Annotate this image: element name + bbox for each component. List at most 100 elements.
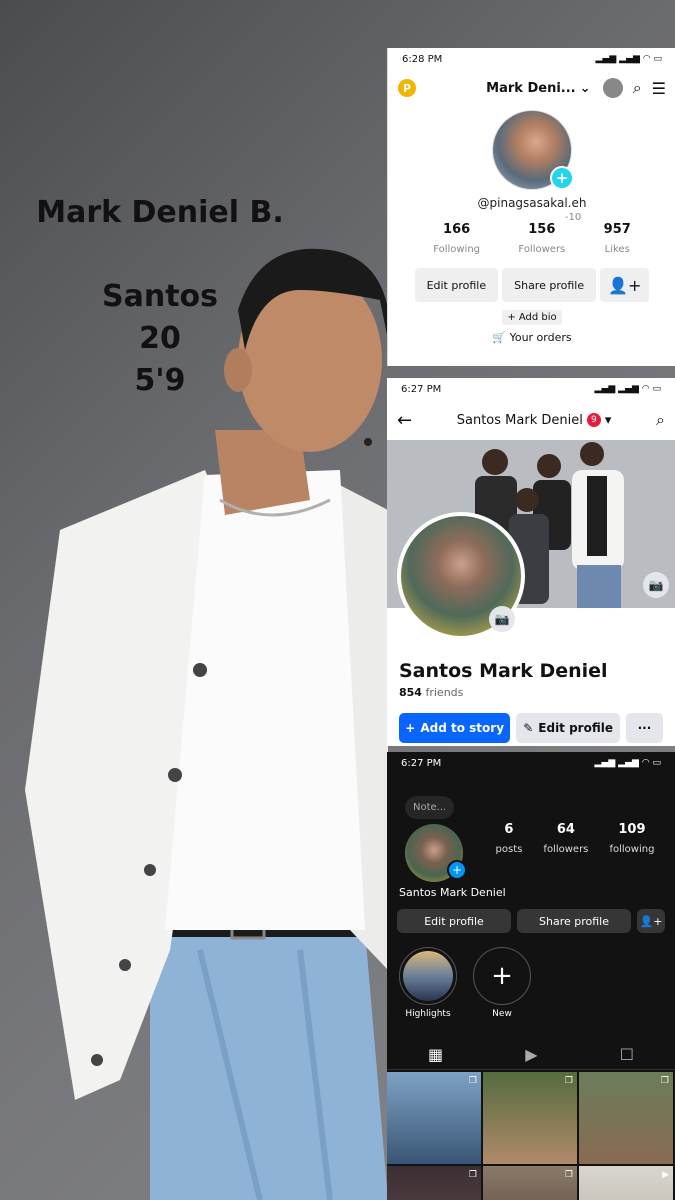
- profile-tabs: ▦ ▶ ☐: [387, 1039, 675, 1070]
- post-thumbnail[interactable]: ❐: [387, 1072, 481, 1164]
- profile-buttons: Edit profile Share profile 👤+: [388, 268, 675, 302]
- stat-label: Likes: [604, 244, 630, 255]
- mini-avatar[interactable]: [602, 78, 623, 98]
- model-info: Mark Deniel B. Santos 20 5'9: [0, 192, 320, 402]
- highlight-image: [403, 951, 453, 1001]
- header: ← Santos Mark Deniel 9 ▾ ⌕: [387, 400, 675, 440]
- status-bar: 6:28 PM ▂▄▆ ▂▄▆ ◠ ▭: [388, 48, 675, 70]
- profile-name: Santos Mark Deniel: [399, 660, 608, 682]
- chevron-down-icon: ⌄: [579, 80, 591, 96]
- stat-likes[interactable]: 957 Likes: [604, 222, 631, 256]
- plus-icon: +: [491, 961, 513, 991]
- multi-photo-icon: ❐: [660, 1076, 669, 1086]
- stats-row: 6 posts 64 followers 109 following: [485, 822, 665, 856]
- status-time: 6:27 PM: [401, 757, 442, 769]
- post-thumbnail[interactable]: ▶: [579, 1166, 673, 1200]
- status-icons: ▂▄▆ ▂▄▆ ◠ ▭: [594, 758, 661, 768]
- profile-switcher[interactable]: Santos Mark Deniel 9 ▾: [457, 413, 612, 428]
- status-bar: 6:27 PM ▂▄▆ ▂▄▆ ◠ ▭: [387, 752, 675, 774]
- status-icons: ▂▄▆ ▂▄▆ ◠ ▭: [594, 384, 661, 394]
- stat-value: 64: [556, 822, 575, 837]
- username: Mark Deni...: [486, 80, 576, 96]
- stats-row: 166 Following -10 156 Followers 957 Like…: [388, 212, 675, 256]
- instagram-profile-screenshot: 6:27 PM ▂▄▆ ▂▄▆ ◠ ▭ Note... + 6 posts 64…: [387, 752, 675, 1200]
- stat-label: following: [609, 844, 655, 855]
- edit-profile-button[interactable]: ✎ Edit profile: [516, 713, 620, 743]
- cart-icon: 🛒: [492, 331, 507, 344]
- top-bar: P Mark Deni... ⌄ ⌕ ☰: [388, 70, 675, 106]
- edit-profile-label: Edit profile: [538, 721, 613, 735]
- post-thumbnail[interactable]: ❐: [387, 1166, 481, 1200]
- add-to-story-button[interactable]: + Add to story: [399, 713, 511, 743]
- post-thumbnail[interactable]: ❐: [483, 1166, 577, 1200]
- search-icon[interactable]: ⌕: [633, 78, 642, 98]
- your-orders-link[interactable]: 🛒 Your orders: [388, 331, 675, 344]
- grid-icon[interactable]: ▦: [428, 1045, 443, 1064]
- friends-number: 854: [399, 686, 422, 699]
- friends-label: friends: [425, 686, 464, 699]
- multi-photo-icon: ❐: [564, 1170, 573, 1180]
- stat-value: 166: [443, 222, 471, 237]
- tiktok-profile-screenshot: 6:28 PM ▂▄▆ ▂▄▆ ◠ ▭ P Mark Deni... ⌄ ⌕ ☰…: [387, 48, 675, 366]
- camera-icon[interactable]: 📷: [489, 606, 515, 632]
- profile-name: Santos Mark Deniel: [399, 886, 506, 899]
- highlight-circle: [399, 947, 457, 1005]
- multi-photo-icon: ❐: [468, 1170, 477, 1180]
- menu-icon[interactable]: ☰: [652, 79, 666, 98]
- search-icon[interactable]: ⌕: [656, 410, 665, 430]
- status-time: 6:28 PM: [402, 53, 443, 65]
- multi-photo-icon: ❐: [468, 1076, 477, 1086]
- multi-photo-icon: ❐: [564, 1076, 573, 1086]
- model-height: 5'9: [134, 363, 186, 398]
- share-profile-button[interactable]: Share profile: [517, 909, 631, 933]
- stat-following[interactable]: 166 Following: [433, 222, 480, 256]
- add-icon[interactable]: +: [550, 166, 574, 190]
- profile-buttons: Edit profile Share profile 👤+: [387, 909, 675, 933]
- top-icons: ⌕ ☰: [602, 78, 666, 98]
- edit-profile-button[interactable]: Edit profile: [397, 909, 511, 933]
- cover-photo[interactable]: 📷 📷: [387, 440, 675, 640]
- add-to-story-label: Add to story: [420, 721, 505, 735]
- add-person-icon[interactable]: 👤+: [637, 909, 665, 933]
- stat-followers[interactable]: 64 followers: [543, 822, 588, 856]
- highlight-label: Highlights: [405, 1009, 451, 1019]
- notification-count: 9: [586, 413, 601, 427]
- pencil-icon: ✎: [523, 721, 534, 735]
- highlight-item[interactable]: Highlights: [399, 947, 457, 1019]
- model-name-line2: Santos: [101, 279, 218, 314]
- stat-label: Followers: [518, 244, 566, 255]
- share-profile-button[interactable]: Share profile: [502, 268, 597, 302]
- stat-following[interactable]: 109 following: [609, 822, 654, 856]
- new-highlight-item[interactable]: + New: [473, 947, 531, 1019]
- friends-count[interactable]: 854 friends: [399, 686, 675, 699]
- model-age: 20: [139, 321, 181, 356]
- stat-value: 109: [618, 822, 646, 837]
- reels-icon[interactable]: ▶: [525, 1045, 537, 1064]
- status-icons: ▂▄▆ ▂▄▆ ◠ ▭: [595, 54, 662, 64]
- more-options-button[interactable]: ···: [625, 713, 663, 743]
- tagged-icon[interactable]: ☐: [620, 1045, 634, 1064]
- handle: @pinagsasakal.eh: [477, 196, 587, 210]
- back-arrow-icon[interactable]: ←: [397, 410, 412, 431]
- camera-icon[interactable]: 📷: [643, 572, 669, 598]
- coin-icon[interactable]: P: [398, 79, 416, 97]
- stat-value: 156: [528, 222, 556, 237]
- note-bubble[interactable]: Note...: [405, 796, 455, 819]
- post-thumbnail[interactable]: ❐: [483, 1072, 577, 1164]
- add-friend-icon[interactable]: 👤+: [600, 268, 650, 302]
- account-switcher[interactable]: Mark Deni... ⌄: [486, 81, 590, 96]
- posts-grid: ❐ ❐ ❐ ❐ ❐ ▶: [387, 1072, 675, 1200]
- model-name-line1: Mark Deniel B.: [36, 195, 284, 230]
- highlights-row: Highlights + New: [387, 947, 675, 1019]
- stat-value: 957: [603, 222, 631, 237]
- profile-avatar[interactable]: +: [492, 110, 574, 190]
- add-story-icon[interactable]: +: [447, 860, 467, 880]
- new-highlight-circle: +: [473, 947, 531, 1005]
- post-thumbnail[interactable]: ❐: [579, 1072, 673, 1164]
- add-bio-button[interactable]: + Add bio: [502, 310, 562, 325]
- profile-actions: + Add to story ✎ Edit profile ···: [387, 713, 675, 743]
- stat-posts[interactable]: 6 posts: [496, 822, 523, 856]
- edit-profile-button[interactable]: Edit profile: [414, 268, 499, 302]
- stat-label: posts: [495, 844, 523, 855]
- stat-followers[interactable]: -10 156 Followers: [518, 212, 582, 256]
